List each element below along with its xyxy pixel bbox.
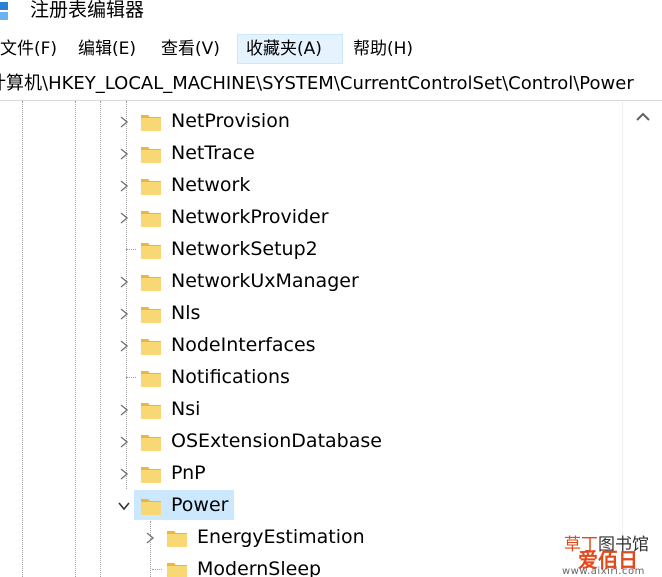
- tree-item-label: NetProvision: [171, 110, 290, 132]
- tree-connector-line: [126, 249, 136, 250]
- tree-item[interactable]: NetworkProvider: [0, 201, 622, 233]
- chevron-right-icon[interactable]: [117, 274, 131, 288]
- tree-item-label: PnP: [171, 462, 206, 484]
- folder-icon: [140, 207, 162, 229]
- tree-item[interactable]: Nsi: [0, 393, 622, 425]
- menu-help[interactable]: 帮助(H): [345, 34, 421, 64]
- tree-item-label: Nsi: [171, 398, 201, 420]
- address-bar[interactable]: 计算机\HKEY_LOCAL_MACHINE\SYSTEM\CurrentCon…: [0, 68, 662, 101]
- tree-item-label: NetworkSetup2: [171, 238, 318, 260]
- chevron-right-icon[interactable]: [117, 434, 131, 448]
- menu-file[interactable]: 文件(F): [0, 34, 65, 64]
- chevron-right-icon[interactable]: [117, 178, 131, 192]
- chevron-right-icon[interactable]: [117, 210, 131, 224]
- chevron-right-icon[interactable]: [117, 466, 131, 480]
- folder-icon: [140, 431, 162, 453]
- tree-item[interactable]: EnergyEstimation: [0, 521, 622, 553]
- tree-item[interactable]: NetworkSetup2: [0, 233, 622, 265]
- tree-item[interactable]: NodeInterfaces: [0, 329, 622, 361]
- regedit-app-icon: [0, 0, 10, 22]
- folder-icon: [140, 239, 162, 261]
- tree-item-label: Nls: [171, 302, 201, 324]
- tree-connector-line: [152, 569, 162, 570]
- tree-item[interactable]: Power: [0, 489, 622, 521]
- tree-connector-line: [126, 377, 136, 378]
- chevron-right-icon[interactable]: [143, 530, 157, 544]
- tree-item[interactable]: ModernSleep: [0, 553, 622, 577]
- tree-item-label: EnergyEstimation: [197, 526, 365, 548]
- tree-item-label: NodeInterfaces: [171, 334, 316, 356]
- tree-item[interactable]: NetProvision: [0, 105, 622, 137]
- tree-item-label: ModernSleep: [197, 558, 322, 577]
- chevron-right-icon[interactable]: [117, 306, 131, 320]
- folder-icon: [166, 559, 188, 577]
- tree-item-label: OSExtensionDatabase: [171, 430, 382, 452]
- folder-icon: [140, 143, 162, 165]
- title-bar: 注册表编辑器: [0, 0, 662, 34]
- folder-icon: [140, 463, 162, 485]
- tree-item-label: NetworkProvider: [171, 206, 329, 228]
- watermark-url: www.aixiri.com: [562, 566, 645, 577]
- tree-item-label: NetTrace: [171, 142, 255, 164]
- folder-icon: [140, 399, 162, 421]
- folder-icon: [140, 367, 162, 389]
- tree-item-label: Power: [171, 494, 229, 516]
- tree-item-label: Notifications: [171, 366, 290, 388]
- vertical-scrollbar[interactable]: [622, 101, 662, 577]
- tree-item-label: Network: [171, 174, 251, 196]
- tree-item[interactable]: NetTrace: [0, 137, 622, 169]
- scroll-up-arrow-icon[interactable]: [635, 109, 651, 123]
- folder-icon: [140, 271, 162, 293]
- watermark: 草丁图书馆 爱佰日 www.aixiri.com: [560, 530, 662, 577]
- tree-item[interactable]: Notifications: [0, 361, 622, 393]
- menu-favorites[interactable]: 收藏夹(A): [237, 34, 343, 64]
- chevron-down-icon[interactable]: [117, 498, 131, 512]
- tree-item[interactable]: Nls: [0, 297, 622, 329]
- tree-item[interactable]: Network: [0, 169, 622, 201]
- menu-bar: 文件(F) 编辑(E) 查看(V) 收藏夹(A) 帮助(H): [0, 34, 662, 64]
- tree-item[interactable]: OSExtensionDatabase: [0, 425, 622, 457]
- menu-view[interactable]: 查看(V): [153, 34, 228, 64]
- tree-item[interactable]: PnP: [0, 457, 622, 489]
- address-path[interactable]: 计算机\HKEY_LOCAL_MACHINE\SYSTEM\CurrentCon…: [0, 71, 634, 97]
- folder-icon: [140, 175, 162, 197]
- folder-icon: [140, 335, 162, 357]
- folder-icon: [140, 303, 162, 325]
- chevron-right-icon[interactable]: [117, 146, 131, 160]
- tree-item[interactable]: NetworkUxManager: [0, 265, 622, 297]
- window-title: 注册表编辑器: [30, 0, 145, 21]
- folder-icon: [166, 527, 188, 549]
- chevron-right-icon[interactable]: [117, 338, 131, 352]
- tree-item-label: NetworkUxManager: [171, 270, 359, 292]
- registry-tree: NetProvision NetTrace Network NetworkProvid…: [0, 101, 622, 577]
- folder-icon: [140, 111, 162, 133]
- menu-edit[interactable]: 编辑(E): [70, 34, 144, 64]
- folder-icon: [140, 495, 162, 517]
- chevron-right-icon[interactable]: [117, 402, 131, 416]
- chevron-right-icon[interactable]: [117, 114, 131, 128]
